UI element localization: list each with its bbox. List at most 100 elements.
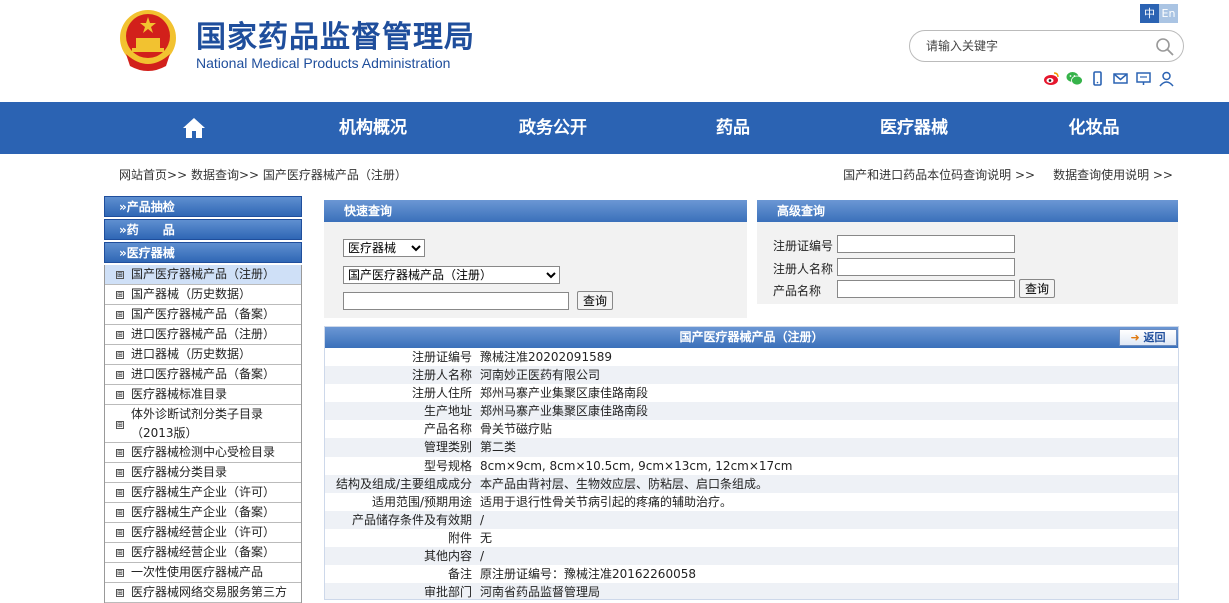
sidebar-category-drugs[interactable]: »药 品 — [104, 219, 302, 240]
database-category-select[interactable]: 医疗器械 — [343, 239, 425, 257]
expand-icon: ⊞ — [116, 291, 124, 299]
sidebar-item-label: 医疗器械经营企业（备案） — [131, 545, 276, 559]
national-emblem-icon[interactable] — [118, 8, 178, 72]
sidebar-item-label: 国产器械（历史数据） — [131, 287, 252, 301]
expand-icon: ⊞ — [116, 509, 124, 517]
product-detail-table: 国产医疗器械产品（注册） ➜ 返回 注册证编号 豫械注准20202091589 注册… — [324, 326, 1179, 600]
sidebar-item-label: 医疗器械生产企业（备案） — [131, 505, 276, 519]
quick-search-button[interactable]: 查询 — [577, 291, 614, 310]
expand-icon: ⊞ — [116, 311, 124, 319]
search-input[interactable] — [926, 36, 1146, 56]
sidebar-item[interactable]: ⊞ 医疗器械分类目录 — [105, 463, 301, 483]
sidebar-item[interactable]: ⊞ 国产医疗器械产品（注册） — [105, 265, 301, 285]
site-title[interactable]: 国家药品监督管理局 — [196, 12, 475, 56]
sidebar-category-sampling[interactable]: »产品抽检 — [104, 196, 302, 217]
weibo-icon[interactable] — [1043, 70, 1060, 87]
field-value: 河南妙正医药有限公司 — [480, 368, 601, 383]
user-icon[interactable] — [1158, 70, 1175, 87]
quick-search-input[interactable] — [343, 292, 569, 310]
sidebar: »产品抽检 »药 品 »医疗器械 ⊞ 国产医疗器械产品（注册） ⊞ 国产器械（历史数… — [104, 196, 302, 603]
sidebar-item[interactable]: ⊞ 医疗器械标准目录 — [105, 385, 301, 405]
detail-title-bar: 国产医疗器械产品（注册） ➜ 返回 — [325, 327, 1178, 348]
sidebar-item[interactable]: ⊞ 医疗器械生产企业（许可） — [105, 483, 301, 503]
message-icon[interactable] — [1135, 70, 1152, 87]
sidebar-device-list: ⊞ 国产医疗器械产品（注册） ⊞ 国产器械（历史数据） ⊞ 国产医疗器械产品（备案） … — [104, 265, 302, 603]
advanced-search-button[interactable]: 查询 — [1019, 279, 1056, 298]
field-value: 原注册证编号：豫械注准20162260058 — [480, 567, 696, 582]
mobile-icon[interactable] — [1089, 70, 1106, 87]
arrow-right-icon: ➜ — [1130, 331, 1140, 344]
sidebar-item[interactable]: ⊞ 医疗器械网络交易服务第三方 — [105, 583, 301, 603]
sidebar-item[interactable]: ⊞ 进口医疗器械产品（备案） — [105, 365, 301, 385]
product-name-input[interactable] — [837, 280, 1015, 298]
language-switch: 中 En — [1140, 4, 1178, 23]
lang-zh-button[interactable]: 中 — [1140, 4, 1159, 23]
nav-item-medical-devices[interactable]: 医疗器械 — [868, 102, 960, 154]
field-value: 河南省药品监督管理局 — [480, 585, 601, 600]
quick-search-panel: 快速查询 医疗器械 国产医疗器械产品（注册） 查询 — [324, 200, 747, 318]
field-label: 注册人住所 — [411, 386, 472, 401]
sidebar-item-label: 进口器械（历史数据） — [131, 347, 252, 361]
nav-item-cosmetics[interactable]: 化妆品 — [1058, 102, 1130, 154]
nav-item-drugs[interactable]: 药品 — [700, 102, 766, 154]
sidebar-item[interactable]: ⊞ 体外诊断试剂分类子目录（2013版） — [105, 405, 301, 443]
sidebar-item[interactable]: ⊞ 医疗器械经营企业（许可） — [105, 523, 301, 543]
search-box — [909, 30, 1184, 62]
sidebar-item[interactable]: ⊞ 国产医疗器械产品（备案） — [105, 305, 301, 325]
field-value: / — [480, 512, 485, 527]
reg-number-label: 注册证编号 — [773, 239, 834, 253]
sidebar-item[interactable]: ⊞ 医疗器械检测中心受检目录 — [105, 443, 301, 463]
field-label: 型号规格 — [423, 458, 472, 473]
main-nav: 机构概况 政务公开 药品 医疗器械 化妆品 — [0, 102, 1229, 154]
field-value: 第二类 — [480, 440, 517, 455]
sidebar-item[interactable]: ⊞ 进口医疗器械产品（注册） — [105, 325, 301, 345]
sidebar-item[interactable]: ⊞ 一次性使用医疗器械产品 — [105, 563, 301, 583]
expand-icon: ⊞ — [116, 569, 124, 577]
home-icon[interactable] — [182, 116, 206, 140]
expand-icon: ⊞ — [116, 589, 124, 597]
expand-icon: ⊞ — [116, 549, 124, 557]
lang-en-button[interactable]: En — [1159, 4, 1178, 23]
field-value: 郑州马寨产业集聚区康佳路南段 — [480, 404, 649, 419]
sidebar-item[interactable]: ⊞ 医疗器械生产企业（备案） — [105, 503, 301, 523]
sidebar-item[interactable]: ⊞ 国产器械（历史数据） — [105, 285, 301, 305]
table-row: 产品名称 骨关节磁疗贴 — [325, 420, 1178, 438]
expand-icon: ⊞ — [116, 331, 124, 339]
database-table-select[interactable]: 国产医疗器械产品（注册） — [343, 266, 560, 284]
detail-title: 国产医疗器械产品（注册） — [679, 330, 824, 344]
nav-item-government-affairs[interactable]: 政务公开 — [508, 102, 598, 154]
field-label: 审批部门 — [423, 585, 472, 600]
field-value: 骨关节磁疗贴 — [480, 422, 553, 437]
nav-item-organization[interactable]: 机构概况 — [328, 102, 418, 154]
sidebar-item-label: 医疗器械检测中心受检目录 — [131, 445, 276, 459]
field-value: 郑州马寨产业集聚区康佳路南段 — [480, 386, 649, 401]
breadcrumb-separator: >> — [238, 168, 260, 182]
expand-icon: ⊞ — [116, 489, 124, 497]
field-label: 适用范围/预期用途 — [371, 494, 472, 509]
breadcrumb-query-link[interactable]: 数据查询 — [191, 168, 239, 182]
search-icon[interactable] — [1155, 37, 1175, 57]
sidebar-category-devices[interactable]: »医疗器械 — [104, 242, 302, 263]
detail-rows: 注册证编号 豫械注准20202091589 注册人名称 河南妙正医药有限公司 注册人住所… — [325, 348, 1178, 600]
reg-number-input[interactable] — [837, 235, 1015, 253]
table-row: 结构及组成/主要组成成分 本产品由背衬层、生物效应层、防粘层、启口条组成。 — [325, 474, 1178, 493]
drug-code-help-link[interactable]: 国产和进口药品本位码查询说明 >> — [843, 168, 1035, 182]
expand-icon: ⊞ — [116, 529, 124, 537]
quick-search-title: 快速查询 — [324, 200, 747, 222]
sidebar-item-label: 医疗器械生产企业（许可） — [131, 485, 276, 499]
field-value: 豫械注准20202091589 — [480, 350, 612, 364]
sidebar-item-label: 一次性使用医疗器械产品 — [131, 565, 264, 579]
back-button-label: 返回 — [1143, 331, 1166, 344]
registrant-input[interactable] — [837, 258, 1015, 276]
table-row: 产品储存条件及有效期 / — [325, 510, 1178, 529]
wechat-icon[interactable] — [1066, 70, 1083, 87]
sidebar-item[interactable]: ⊞ 医疗器械经营企业（备案） — [105, 543, 301, 563]
field-value: 适用于退行性骨关节病引起的疼痛的辅助治疗。 — [480, 494, 733, 509]
expand-icon: ⊞ — [116, 391, 124, 399]
field-label: 产品名称 — [423, 422, 472, 437]
back-button[interactable]: ➜ 返回 — [1119, 329, 1177, 346]
breadcrumb-home-link[interactable]: 网站首页 — [119, 168, 167, 182]
sidebar-item[interactable]: ⊞ 进口器械（历史数据） — [105, 345, 301, 365]
mail-icon[interactable] — [1112, 70, 1129, 87]
data-query-help-link[interactable]: 数据查询使用说明 >> — [1053, 168, 1173, 182]
